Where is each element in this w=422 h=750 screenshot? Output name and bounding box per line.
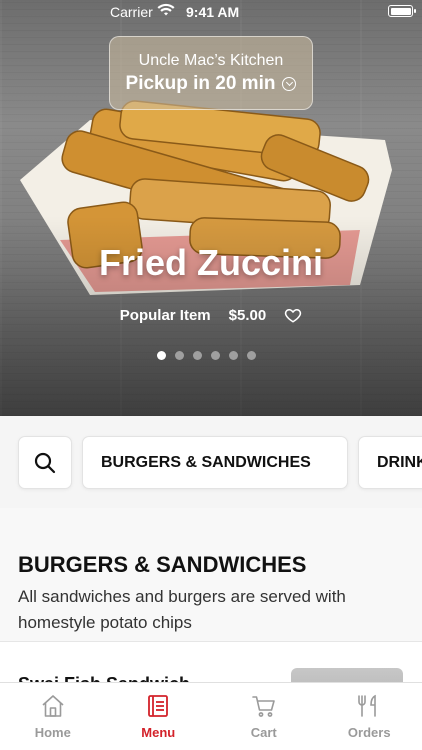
popular-tag: Popular Item [119,306,211,324]
tab-cart[interactable]: Cart [211,683,317,750]
featured-item-title: Fried Zuccini [98,242,324,283]
tab-home-label: Home [34,725,71,740]
menu-icon [148,695,169,717]
tab-orders-label: Orders [347,725,391,740]
tab-home[interactable]: Home [0,683,106,750]
category-chip-burgers[interactable]: BURGERS & SANDWICHES [82,436,348,489]
carousel-dot[interactable] [193,351,202,360]
status-bar: Carrier 9:41 AM [0,0,422,24]
restaurant-name: Uncle Mac’s Kitchen [138,52,284,69]
section-title: BURGERS & SANDWICHES [18,552,307,577]
tab-menu[interactable]: Menu [106,683,212,750]
chevron-down-circle-icon [282,77,297,91]
orders-icon [358,694,377,717]
carrier-label: Carrier [110,4,153,20]
carousel-dot[interactable] [247,351,256,360]
battery-icon [388,5,416,17]
wifi-icon [157,3,175,16]
category-bar: BURGERS & SANDWICHES DRINKS [0,416,422,508]
carousel-dot[interactable] [175,351,184,360]
carousel-dot[interactable] [229,351,238,360]
pickup-time: Pickup in 20 min [125,73,276,94]
tab-cart-label: Cart [250,725,277,740]
tab-menu-label: Menu [141,725,176,740]
menu-section: BURGERS & SANDWICHES All sandwiches and … [0,508,422,641]
carousel-dot[interactable] [211,351,220,360]
featured-item-price: $5.00 [228,306,267,324]
search-button[interactable] [18,436,72,489]
status-time: 9:41 AM [186,4,240,20]
featured-item-meta: Popular Item $5.00 [0,306,422,324]
carousel-dots[interactable] [157,351,256,360]
tab-orders[interactable]: Orders [317,683,422,750]
pickup-time-row: Pickup in 20 min [126,73,297,95]
tab-bar: Home Menu Cart Orders [0,682,422,750]
favorite-heart-icon[interactable] [284,306,302,324]
home-icon [42,695,64,717]
category-chip-drinks[interactable]: DRINKS [358,436,422,489]
pickup-selector[interactable]: Uncle Mac’s Kitchen Pickup in 20 min [109,36,313,110]
section-description: All sandwiches and burgers are served wi… [18,587,346,632]
carousel-dot[interactable] [157,351,166,360]
cart-icon [251,696,275,717]
search-icon [34,452,56,473]
